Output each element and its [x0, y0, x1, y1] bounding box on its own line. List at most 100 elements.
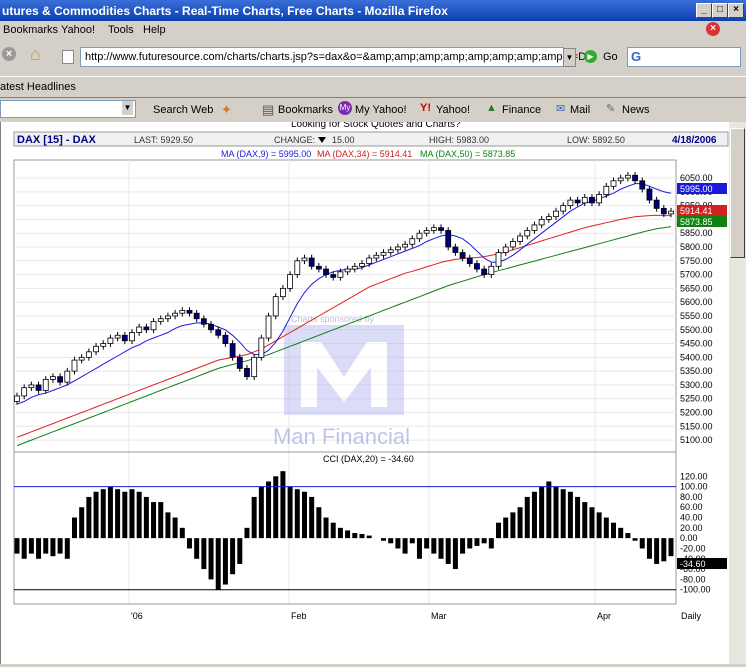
window-title-bar[interactable]: utures & Commodities Charts - Real-Time … [0, 0, 746, 21]
search-dropdown-icon[interactable]: ▼ [122, 101, 133, 115]
quotes-link-prefix[interactable]: Looking for Stock Quotes and Charts? [291, 119, 461, 130]
candle-up [502, 246, 509, 253]
cci-bar [625, 533, 631, 539]
candle-up [373, 254, 380, 259]
price-tick-label: 5200.00 [680, 408, 713, 418]
cci-bar [359, 534, 365, 539]
price-tick-label: 5700.00 [680, 270, 713, 280]
cci-bar [345, 530, 351, 539]
ma50-last-value: 5873.85 [680, 217, 713, 227]
cci-bar [503, 517, 509, 539]
go-icon[interactable]: ▶ [584, 50, 597, 63]
yahoo-icon: Y! [420, 102, 431, 114]
candle-up [93, 345, 99, 353]
cci-bar [115, 489, 121, 539]
cci-bar [230, 538, 236, 575]
go-button[interactable]: Go [603, 51, 618, 63]
url-dropdown-icon[interactable]: ▼ [563, 48, 576, 67]
cci-bar [481, 538, 487, 544]
mail-icon: ✉ [556, 103, 566, 115]
candle-down [121, 334, 128, 342]
low-price: LOW: 5892.50 [567, 135, 625, 145]
candle-up [71, 359, 78, 372]
ma9-last-value: 5995.00 [680, 184, 713, 194]
news-icon: ✎ [606, 103, 616, 115]
url-bar[interactable]: http://www.futuresource.com/charts/chart… [80, 47, 586, 67]
price-tick-label: 5450.00 [680, 339, 713, 349]
menu-tools[interactable]: Tools [108, 24, 134, 36]
cci-bar [496, 522, 502, 539]
candle-up [344, 268, 351, 273]
ma34-legend: MA (DAX,34) = 5914.41 [317, 149, 412, 159]
price-tick-label: 5250.00 [680, 394, 713, 404]
home-icon[interactable]: ⌂ [30, 44, 41, 65]
candle-up [258, 337, 265, 358]
candle-up [50, 376, 56, 380]
news-button[interactable]: News [622, 104, 650, 116]
url-text: http://www.futuresource.com/charts/chart… [85, 51, 587, 63]
bookmark-latest-headlines[interactable]: atest Headlines [0, 81, 76, 93]
minimize-button[interactable]: _ [696, 3, 712, 18]
maximize-button[interactable]: □ [712, 3, 728, 18]
candle-up [21, 387, 28, 397]
mail-button[interactable]: Mail [570, 104, 590, 116]
price-tick-label: 5650.00 [680, 283, 713, 293]
cci-bar [589, 507, 595, 539]
cci-bar [337, 527, 343, 539]
candle-up [28, 384, 35, 389]
cci-bar [57, 538, 63, 554]
yahoo-bookmarks-button[interactable]: Bookmarks [278, 104, 333, 116]
cci-bar [294, 489, 300, 539]
finance-button[interactable]: Finance [502, 104, 541, 116]
cci-bar [646, 538, 652, 559]
candle-up [495, 252, 502, 267]
cci-bar [179, 527, 185, 539]
change-value: 15.00 [332, 135, 355, 145]
candle-up [517, 235, 523, 242]
cci-tick-label: 40.00 [680, 513, 703, 523]
cci-bar [208, 538, 214, 580]
candle-down [653, 199, 660, 209]
cci-bar [280, 471, 286, 539]
candle-up [359, 263, 365, 267]
scrollbar-thumb[interactable] [730, 128, 745, 258]
cci-bar [244, 527, 250, 539]
yahoo-search-input[interactable] [0, 100, 136, 118]
candle-up [301, 257, 308, 262]
cci-bar [43, 538, 49, 554]
menu-help[interactable]: Help [143, 24, 166, 36]
stop-icon[interactable]: × [2, 47, 16, 61]
cci-bar [64, 538, 70, 559]
candle-up [488, 265, 495, 275]
candle-up [172, 312, 179, 317]
cci-bar [488, 538, 494, 549]
cci-bar [251, 496, 257, 539]
cci-bar [136, 491, 142, 539]
candle-up [610, 180, 617, 187]
my-yahoo-button[interactable]: My Yahoo! [355, 104, 407, 116]
stop-loading-icon[interactable]: × [706, 22, 720, 36]
candle-up [265, 315, 272, 339]
search-web-button[interactable]: Search Web [153, 104, 213, 116]
candle-down [222, 334, 229, 344]
candle-down [193, 312, 200, 320]
price-tick-label: 5100.00 [680, 435, 713, 445]
menu-bookmarks[interactable]: Bookmarks [3, 24, 58, 36]
date-tick-label: Daily [681, 611, 702, 621]
search-box[interactable]: G [627, 47, 741, 67]
cci-bar [445, 538, 451, 564]
highlight-icon[interactable]: ✦ [221, 102, 232, 118]
chart-area: Looking for Stock Quotes and Charts? DAX… [0, 119, 730, 664]
cci-bar [258, 486, 264, 539]
candle-up [567, 199, 574, 207]
cci-bar [409, 538, 415, 544]
candle-down [452, 246, 459, 253]
cci-bar [388, 538, 394, 544]
candle-up [42, 379, 49, 391]
menu-yahoo[interactable]: Yahoo! [61, 24, 95, 36]
candle-up [136, 326, 143, 333]
yahoo-button[interactable]: Yahoo! [436, 104, 470, 116]
close-window-button[interactable]: × [728, 3, 744, 18]
candle-down [35, 384, 42, 391]
candle-down [466, 257, 473, 264]
